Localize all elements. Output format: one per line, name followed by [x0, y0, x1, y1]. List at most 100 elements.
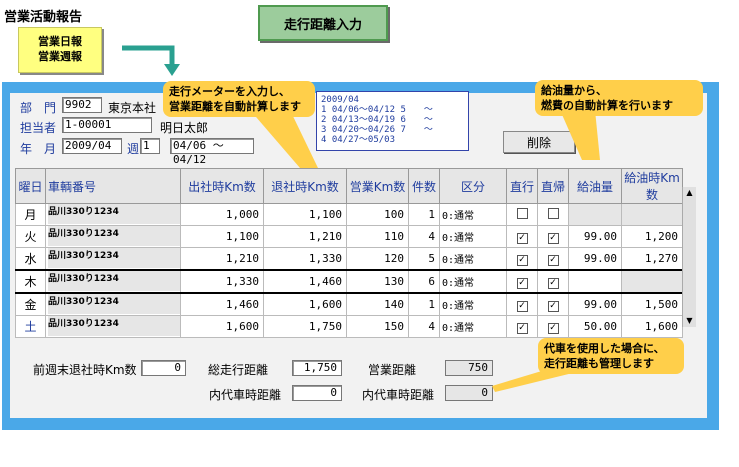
- cell-end-km[interactable]: 1,600: [263, 292, 347, 316]
- cell-start-km[interactable]: 1,600: [180, 315, 264, 338]
- scroll-down-icon[interactable]: ▼: [683, 315, 696, 327]
- cell-direct[interactable]: ✓: [506, 292, 538, 316]
- table-row[interactable]: 金品川330り1234 1,460 1,600 140 1 0:通常 ✓ ✓ 99.00 1,50…: [15, 292, 683, 316]
- date-range-field: 04/06 ～04/12: [170, 138, 254, 166]
- cell-direct[interactable]: ✓: [506, 315, 538, 338]
- cell-fuel[interactable]: 99.00: [568, 225, 622, 248]
- week-list[interactable]: 2009/04 1 04/06～04/12 5 ～ 2 04/13～04/19 …: [316, 91, 469, 151]
- cell-kubun[interactable]: 0:通常: [439, 203, 507, 226]
- prev-km-label: 前週末退社時Km数: [33, 363, 137, 377]
- cell-kubun[interactable]: 0:通常: [439, 269, 507, 294]
- callout-fuel: 給油量から、 燃費の自動計算を行います: [535, 80, 703, 116]
- cell-end-km[interactable]: 1,330: [263, 247, 347, 271]
- cell-start-km[interactable]: 1,000: [180, 203, 264, 226]
- return-checkbox[interactable]: ✓: [547, 232, 559, 244]
- year-month-field[interactable]: 2009/04: [62, 138, 122, 154]
- cell-start-km[interactable]: 1,210: [180, 247, 264, 271]
- table-row[interactable]: 水品川330り1234 1,210 1,330 120 5 0:通常 ✓ ✓ 99.00 1,27…: [15, 247, 683, 271]
- return-checkbox[interactable]: ✓: [547, 322, 559, 334]
- cell-fuel-km[interactable]: 1,270: [621, 247, 683, 271]
- col-header-sales-km: 営業Km数: [346, 168, 409, 204]
- cell-start-km[interactable]: 1,460: [180, 292, 264, 316]
- cell-fuel-km[interactable]: 1,600: [621, 315, 683, 338]
- sub-distance-field-1[interactable]: 0: [292, 385, 342, 401]
- cell-count[interactable]: 4: [408, 315, 440, 338]
- cell-car[interactable]: 品川330り1234: [45, 269, 181, 294]
- direct-checkbox[interactable]: ✓: [516, 322, 528, 334]
- cell-kubun[interactable]: 0:通常: [439, 225, 507, 248]
- cell-count[interactable]: 1: [408, 203, 440, 226]
- cell-fuel[interactable]: [568, 269, 622, 294]
- car-number[interactable]: 品川330り1234: [48, 204, 180, 224]
- week-list-item[interactable]: 2 04/13～04/19 6 ～: [321, 115, 468, 125]
- cell-return[interactable]: ✓: [537, 247, 569, 271]
- cell-return[interactable]: ✓: [537, 225, 569, 248]
- cell-return[interactable]: [537, 203, 569, 226]
- car-number[interactable]: 品川330り1234: [48, 294, 180, 314]
- cell-fuel-km[interactable]: [621, 269, 683, 294]
- cell-direct[interactable]: ✓: [506, 269, 538, 294]
- cell-end-km[interactable]: 1,210: [263, 225, 347, 248]
- delete-button[interactable]: 削除: [503, 131, 575, 153]
- cell-fuel[interactable]: [568, 203, 622, 226]
- cell-count[interactable]: 6: [408, 269, 440, 294]
- direct-checkbox[interactable]: ✓: [516, 277, 528, 289]
- return-checkbox[interactable]: ✓: [547, 277, 559, 289]
- cell-fuel-km[interactable]: 1,500: [621, 292, 683, 316]
- week-list-item[interactable]: 1 04/06～04/12 5 ～: [321, 105, 468, 115]
- cell-kubun[interactable]: 0:通常: [439, 315, 507, 338]
- table-row[interactable]: 火品川330り1234 1,100 1,210 110 4 0:通常 ✓ ✓ 99.00 1,20…: [15, 225, 683, 248]
- cell-fuel[interactable]: 50.00: [568, 315, 622, 338]
- cell-return[interactable]: ✓: [537, 269, 569, 294]
- nav-item-daily[interactable]: 営業日報: [19, 34, 101, 49]
- table-row[interactable]: 月品川330り1234 1,000 1,100 100 1 0:通常: [15, 203, 683, 226]
- car-number[interactable]: 品川330り1234: [48, 316, 180, 336]
- cell-end-km[interactable]: 1,100: [263, 203, 347, 226]
- car-number[interactable]: 品川330り1234: [48, 248, 180, 268]
- week-field[interactable]: 1: [140, 138, 160, 154]
- cell-start-km[interactable]: 1,330: [180, 269, 264, 294]
- nav-item-weekly[interactable]: 営業週報: [19, 49, 101, 64]
- cell-fuel-km[interactable]: 1,200: [621, 225, 683, 248]
- prev-km-field[interactable]: 0: [141, 360, 186, 376]
- direct-checkbox[interactable]: [516, 207, 528, 219]
- cell-direct[interactable]: ✓: [506, 247, 538, 271]
- scroll-up-icon[interactable]: ▲: [683, 187, 696, 199]
- cell-start-km[interactable]: 1,100: [180, 225, 264, 248]
- total-distance-field[interactable]: 1,750: [292, 360, 342, 376]
- cell-car[interactable]: 品川330り1234: [45, 315, 181, 338]
- dept-code-field[interactable]: 9902: [62, 97, 102, 113]
- return-checkbox[interactable]: ✓: [547, 254, 559, 266]
- table-row[interactable]: 木品川330り1234 1,330 1,460 130 6 0:通常 ✓ ✓: [15, 269, 683, 294]
- return-checkbox[interactable]: ✓: [547, 300, 559, 312]
- cell-car[interactable]: 品川330り1234: [45, 203, 181, 226]
- table-row[interactable]: 土品川330り1234 1,600 1,750 150 4 0:通常 ✓ ✓ 50.00 1,60…: [15, 315, 683, 338]
- car-number[interactable]: 品川330り1234: [48, 226, 180, 246]
- staff-code-field[interactable]: 1-00001: [62, 117, 152, 133]
- return-checkbox[interactable]: [547, 207, 559, 219]
- cell-direct[interactable]: [506, 203, 538, 226]
- cell-car[interactable]: 品川330り1234: [45, 247, 181, 271]
- week-list-item[interactable]: 3 04/20～04/26 7 ～: [321, 125, 468, 135]
- table-scrollbar[interactable]: ▲ ▼: [682, 187, 696, 327]
- cell-car[interactable]: 品川330り1234: [45, 292, 181, 316]
- direct-checkbox[interactable]: ✓: [516, 300, 528, 312]
- cell-count[interactable]: 4: [408, 225, 440, 248]
- cell-end-km[interactable]: 1,460: [263, 269, 347, 294]
- cell-car[interactable]: 品川330り1234: [45, 225, 181, 248]
- cell-count[interactable]: 1: [408, 292, 440, 316]
- direct-checkbox[interactable]: ✓: [516, 254, 528, 266]
- cell-end-km[interactable]: 1,750: [263, 315, 347, 338]
- cell-return[interactable]: ✓: [537, 315, 569, 338]
- cell-kubun[interactable]: 0:通常: [439, 292, 507, 316]
- direct-checkbox[interactable]: ✓: [516, 232, 528, 244]
- cell-count[interactable]: 5: [408, 247, 440, 271]
- cell-fuel[interactable]: 99.00: [568, 247, 622, 271]
- car-number[interactable]: 品川330り1234: [48, 271, 180, 291]
- cell-fuel[interactable]: 99.00: [568, 292, 622, 316]
- week-list-item[interactable]: 4 04/27～05/03: [321, 135, 468, 145]
- cell-direct[interactable]: ✓: [506, 225, 538, 248]
- cell-kubun[interactable]: 0:通常: [439, 247, 507, 271]
- cell-return[interactable]: ✓: [537, 292, 569, 316]
- cell-fuel-km[interactable]: [621, 203, 683, 226]
